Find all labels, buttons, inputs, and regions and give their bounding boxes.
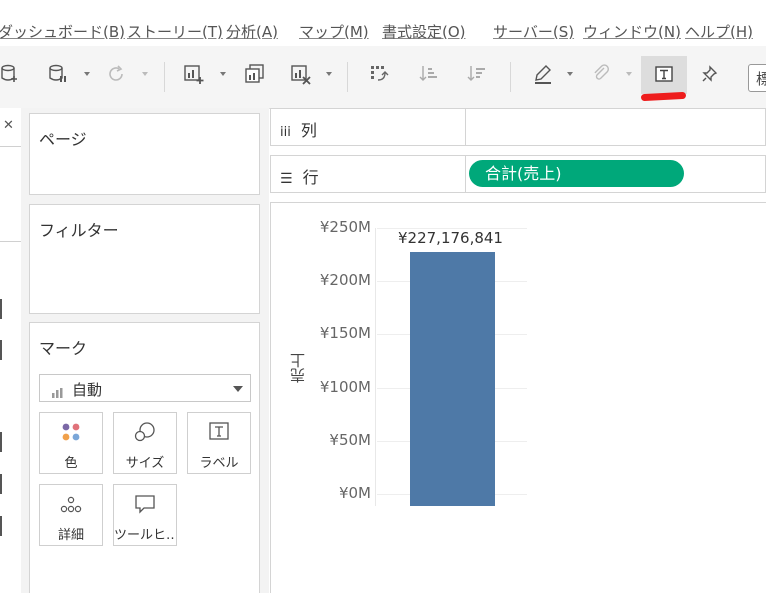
columns-shelf[interactable]: iii 列 <box>270 108 766 146</box>
tooltip-label: ツールヒ… <box>114 528 176 543</box>
marks-card: マーク 自動 色 サイズ ラベル 詳細 ツールヒ… <box>29 322 260 593</box>
tooltip-bubble-icon <box>135 495 155 514</box>
menu-dashboard[interactable]: ダッシュボード(B) <box>0 21 125 42</box>
bar-chart: ¥0M ¥50M ¥100M ¥150M ¥200M ¥250M ¥227,176,841 <box>271 203 766 594</box>
pages-title: ページ <box>39 130 87 149</box>
divider <box>0 241 21 242</box>
bar-chart-icon <box>52 383 64 402</box>
highlight-dropdown-icon[interactable] <box>567 72 573 76</box>
pin-axes-icon[interactable] <box>696 60 724 88</box>
color-button[interactable]: 色 <box>39 412 103 474</box>
filters-card[interactable]: フィルター <box>29 204 260 314</box>
toolbar-separator <box>347 62 348 92</box>
field-marker <box>0 432 2 452</box>
rows-shelf-label: ☰ 行 <box>280 164 319 188</box>
clear-sheet-icon[interactable] <box>287 60 315 88</box>
clear-dropdown-icon[interactable] <box>326 72 332 76</box>
pause-updates-icon[interactable] <box>44 60 72 88</box>
field-marker <box>0 299 2 319</box>
menu-story[interactable]: ストーリー(T) <box>127 21 223 42</box>
group-members-icon[interactable] <box>587 60 615 88</box>
columns-shelf-label: iii 列 <box>280 117 317 141</box>
rows-shelf[interactable]: ☰ 行 合計(売上) <box>270 155 766 193</box>
menu-server[interactable]: サーバー(S) <box>493 21 574 42</box>
new-worksheet-icon[interactable] <box>180 60 208 88</box>
mark-type-label: 自動 <box>72 381 103 399</box>
pause-dropdown-icon[interactable] <box>84 72 90 76</box>
color-label: 色 <box>64 456 78 471</box>
refresh-icon[interactable] <box>102 60 130 88</box>
size-circles-icon <box>134 422 155 442</box>
y-axis-title: 売上 <box>289 353 307 383</box>
y-tick-label: ¥0M <box>338 484 371 502</box>
standard-view-button[interactable]: 標 <box>748 64 766 92</box>
label-button[interactable]: ラベル <box>187 412 251 474</box>
divider <box>0 146 21 147</box>
data-pane-strip: ✕ <box>0 108 22 593</box>
menu-window[interactable]: ウィンドウ(N) <box>583 21 681 42</box>
bar-data-label: ¥227,176,841 <box>398 229 503 248</box>
size-button[interactable]: サイズ <box>113 412 177 474</box>
rows-label: 行 <box>302 168 319 187</box>
chart-view: ¥0M ¥50M ¥100M ¥150M ¥200M ¥250M ¥227,176,841 … <box>270 202 766 593</box>
text-label-icon <box>209 422 229 440</box>
toolbar-separator <box>164 62 165 92</box>
cards-column: ページ フィルター マーク 自動 色 サイズ ラベル 詳細 ツールヒ… <box>21 108 269 593</box>
toolbar-separator <box>510 62 511 92</box>
field-marker <box>0 474 2 494</box>
filters-title: フィルター <box>39 221 119 240</box>
columns-label: 列 <box>300 121 317 140</box>
detail-button[interactable]: 詳細 <box>39 484 103 546</box>
menu-format[interactable]: 書式設定(O) <box>382 21 466 42</box>
detail-dots-icon <box>60 496 82 513</box>
field-marker <box>0 340 2 360</box>
close-icon[interactable]: ✕ <box>3 118 14 133</box>
group-dropdown-icon[interactable] <box>626 72 632 76</box>
y-tick-label: ¥250M <box>319 218 371 236</box>
sort-ascending-icon[interactable] <box>415 60 443 88</box>
marks-title: マーク <box>39 339 88 358</box>
standard-view-label: 標 <box>756 69 766 88</box>
divider <box>465 156 466 192</box>
y-tick-label: ¥200M <box>319 271 371 290</box>
duplicate-sheet-icon[interactable] <box>241 60 269 88</box>
y-tick-label: ¥150M <box>319 324 371 343</box>
label-label: ラベル <box>199 456 239 471</box>
tooltip-button[interactable]: ツールヒ… <box>113 484 177 546</box>
menu-analysis[interactable]: 分析(A) <box>226 21 278 42</box>
sort-descending-icon[interactable] <box>463 60 491 88</box>
menu-bar: ダッシュボード(B) ストーリー(T) 分析(A) マップ(M) 書式設定(O)… <box>0 0 766 46</box>
pages-card[interactable]: ページ <box>29 113 260 195</box>
chevron-down-icon <box>233 386 243 392</box>
detail-label: 詳細 <box>57 528 84 543</box>
swap-rows-columns-icon[interactable] <box>366 60 394 88</box>
divider <box>465 109 466 145</box>
refresh-dropdown-icon[interactable] <box>142 72 148 76</box>
menu-help[interactable]: ヘルプ(H) <box>685 21 753 42</box>
y-axis-line <box>375 228 376 506</box>
size-label: サイズ <box>125 456 165 471</box>
columns-icon: iii <box>280 125 291 140</box>
field-marker <box>0 516 2 536</box>
sum-sales-pill[interactable]: 合計(売上) <box>469 160 684 187</box>
highlight-pen-icon[interactable] <box>530 60 558 88</box>
bar-mark[interactable] <box>410 252 495 506</box>
y-tick-label: ¥50M <box>329 430 371 449</box>
mark-type-dropdown[interactable]: 自動 <box>39 374 251 402</box>
new-data-source-icon[interactable] <box>0 60 24 88</box>
show-mark-labels-icon <box>650 60 678 88</box>
color-dots-icon <box>62 423 80 441</box>
rows-icon: ☰ <box>280 171 293 187</box>
new-worksheet-dropdown-icon[interactable] <box>220 72 226 76</box>
menu-map[interactable]: マップ(M) <box>299 21 369 42</box>
